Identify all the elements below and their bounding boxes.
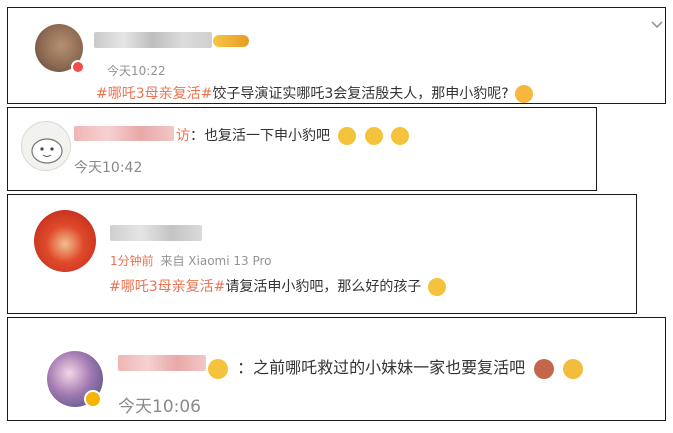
chevron-down-icon[interactable] bbox=[650, 17, 664, 31]
face-emoji bbox=[563, 358, 584, 379]
comment-body: ：也复活一下申小豹吧 bbox=[190, 128, 330, 144]
red-v-badge bbox=[71, 60, 85, 74]
comment-time: 今天10:42 bbox=[74, 160, 143, 176]
hashtag-link[interactable]: #哪吒3母亲复活# bbox=[96, 86, 212, 102]
comment-body: 请复活申小豹吧，那么好的孩子 bbox=[225, 279, 422, 295]
comment-time: 今天10:22 bbox=[107, 64, 166, 78]
comment-text: 访：也复活一下申小豹吧 bbox=[176, 125, 410, 145]
level-badge bbox=[213, 35, 249, 47]
comment-card-2: 访：也复活一下申小豹吧 今天10:42 bbox=[7, 107, 597, 191]
crying-emoji bbox=[427, 278, 446, 296]
comment-text: #哪吒3母亲复活#饺子导演证实哪吒3会复活殷夫人，那申小豹呢? bbox=[96, 83, 534, 103]
comment-card-1: 今天10:22 #哪吒3母亲复活#饺子导演证实哪吒3会复活殷夫人，那申小豹呢? bbox=[7, 7, 666, 104]
avatar[interactable] bbox=[21, 121, 71, 171]
face-emoji bbox=[534, 358, 555, 379]
username-tail: 访 bbox=[176, 128, 190, 144]
meta-line: 1分钟前 来自 Xiaomi 13 Pro bbox=[110, 252, 272, 269]
blurred-username[interactable] bbox=[118, 355, 206, 371]
blurred-username[interactable] bbox=[74, 126, 174, 141]
grinning-sweat-emoji bbox=[515, 85, 534, 103]
crying-emoji bbox=[338, 127, 357, 145]
colon: ： bbox=[237, 358, 254, 377]
comment-text: ：之前哪吒救过的小妹妹一家也要复活吧 bbox=[208, 354, 584, 379]
comment-body: 饺子导演证实哪吒3会复活殷夫人，那申小豹呢? bbox=[212, 86, 509, 102]
sticker-emoji bbox=[208, 358, 228, 379]
gold-v-badge bbox=[84, 390, 102, 408]
crying-emoji bbox=[391, 127, 410, 145]
source-device: 来自 Xiaomi 13 Pro bbox=[160, 254, 272, 268]
comment-text: #哪吒3母亲复活#请复活申小豹吧，那么好的孩子 bbox=[109, 276, 446, 296]
comment-time: 1分钟前 bbox=[110, 254, 154, 268]
blurred-username[interactable] bbox=[94, 32, 212, 48]
comment-card-3: 1分钟前 来自 Xiaomi 13 Pro #哪吒3母亲复活#请复活申小豹吧，那… bbox=[7, 194, 637, 314]
avatar[interactable] bbox=[34, 210, 96, 272]
cartoon-avatar-icon bbox=[31, 138, 63, 164]
comment-card-4: ：之前哪吒救过的小妹妹一家也要复活吧 今天10:06 bbox=[7, 317, 666, 421]
hashtag-link[interactable]: #哪吒3母亲复活# bbox=[109, 279, 225, 295]
crying-emoji bbox=[364, 127, 383, 145]
comment-body: 之前哪吒救过的小妹妹一家也要复活吧 bbox=[253, 358, 526, 377]
blurred-username[interactable] bbox=[110, 225, 202, 241]
comment-time: 今天10:06 bbox=[118, 397, 201, 417]
